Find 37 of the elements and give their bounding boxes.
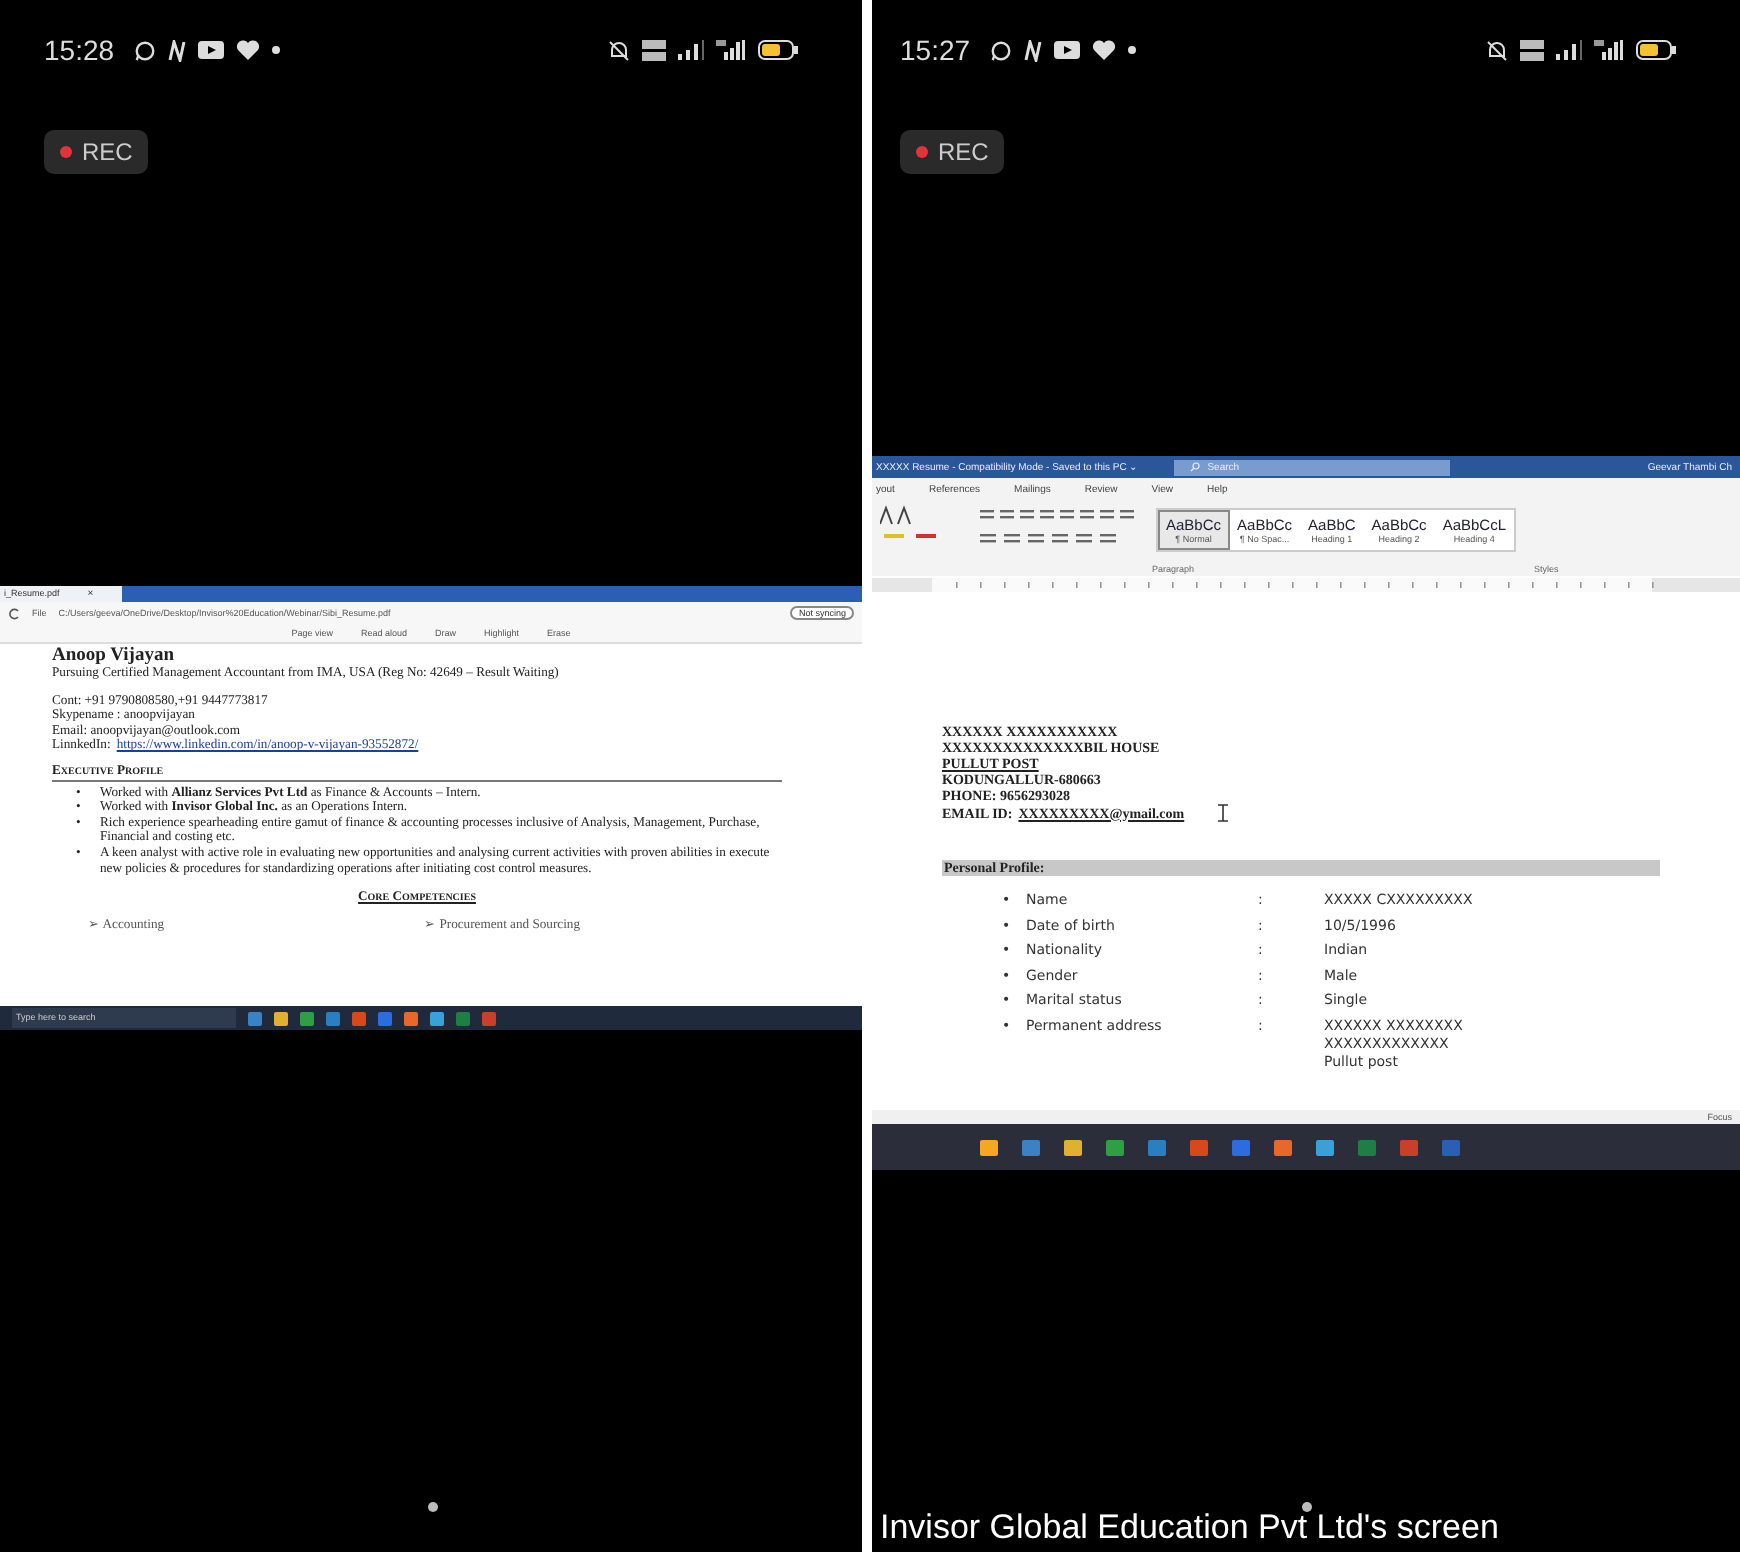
battery-icon (758, 40, 798, 60)
dot-icon (272, 46, 281, 54)
home-indicator (427, 1502, 437, 1512)
signal-icon (678, 40, 704, 60)
home-indicator (1302, 1502, 1312, 1512)
resume-name: Anoop Vijayan (52, 646, 176, 666)
muted-bell-icon (1486, 39, 1508, 61)
chat-icon (134, 39, 157, 61)
signal-4g-icon (1594, 40, 1624, 60)
muted-bell-icon (608, 39, 630, 61)
video-icon (198, 40, 225, 60)
heart-icon (236, 40, 261, 60)
refresh-icon[interactable] (8, 607, 20, 619)
battery-icon (1636, 40, 1676, 60)
text-cursor-icon (1218, 804, 1229, 822)
screen-share-caption: Invisor Global Education Pvt Ltd's screen (880, 1508, 1499, 1548)
search-icon (1189, 462, 1200, 472)
heart-icon (1092, 40, 1117, 60)
chat-icon (990, 39, 1013, 61)
dot-icon (1128, 46, 1137, 54)
taskbar-app-icon[interactable] (980, 1139, 998, 1155)
taskbar-app-icon[interactable] (1064, 1139, 1082, 1155)
taskbar-app-icon[interactable] (1190, 1139, 1208, 1155)
taskbar-app-icon[interactable] (1022, 1139, 1040, 1155)
taskbar-app-icon[interactable] (1274, 1139, 1292, 1155)
signal-icon (1556, 40, 1582, 60)
recording-label: REC (938, 138, 989, 166)
n-icon (168, 39, 187, 61)
taskbar-app-icon[interactable] (1106, 1139, 1124, 1155)
taskbar-app-icon[interactable] (1316, 1139, 1334, 1155)
recording-label: REC (82, 138, 133, 166)
signal-4g-icon (716, 40, 746, 60)
video-icon (1054, 40, 1081, 60)
taskbar-app-icon[interactable] (1148, 1139, 1166, 1155)
status-time: 15:27 (900, 34, 971, 66)
status-time: 15:28 (44, 34, 115, 66)
n-icon (1024, 39, 1043, 61)
